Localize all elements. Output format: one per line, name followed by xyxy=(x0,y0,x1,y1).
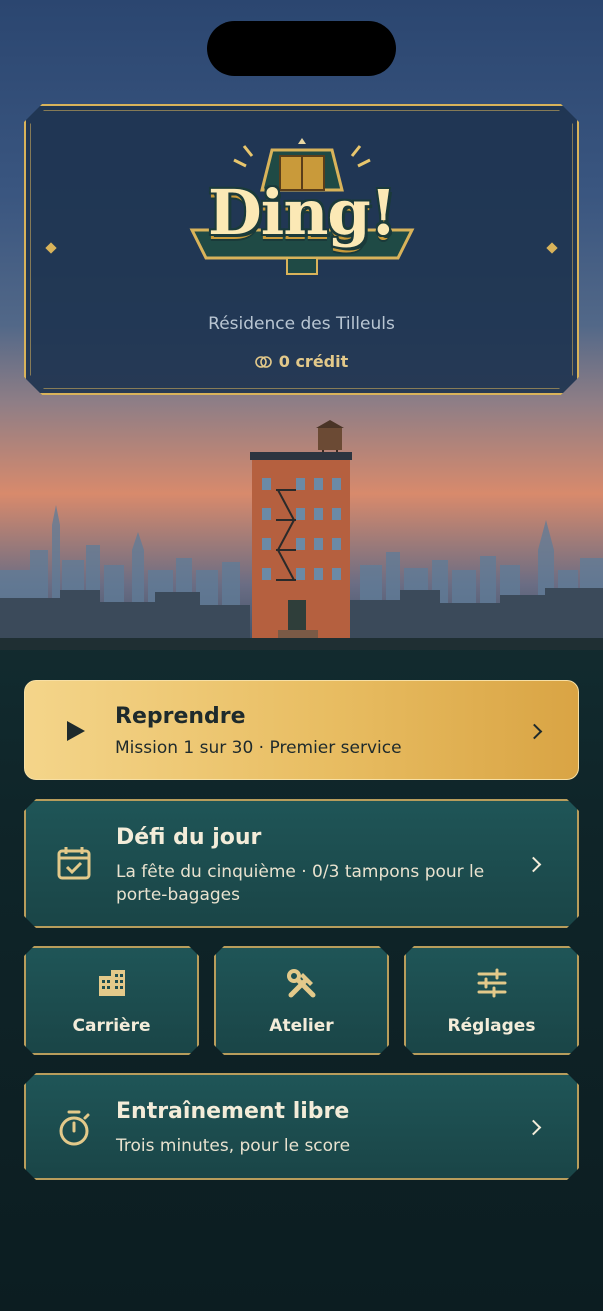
calendar-check-icon xyxy=(56,845,92,881)
credit-balance: 0 crédit xyxy=(24,352,579,371)
coin-icon xyxy=(254,356,272,368)
workshop-tile[interactable]: Atelier xyxy=(214,946,389,1055)
resume-button[interactable]: Reprendre Mission 1 sur 30 · Premier ser… xyxy=(24,680,579,780)
settings-label: Réglages xyxy=(447,1016,536,1036)
settings-tile[interactable]: Réglages xyxy=(404,946,579,1055)
play-icon xyxy=(67,721,85,741)
chevron-right-icon xyxy=(526,723,543,740)
city-skyline-illustration xyxy=(0,420,603,650)
resume-title: Reprendre xyxy=(115,704,246,729)
career-label: Carrière xyxy=(72,1016,151,1036)
free-training-button[interactable]: Entraînement libre Trois minutes, pour l… xyxy=(24,1073,579,1180)
chevron-right-icon xyxy=(526,1120,542,1136)
residence-name: Résidence des Tilleuls xyxy=(208,314,395,334)
workshop-label: Atelier xyxy=(269,1016,334,1036)
free-training-title: Entraînement libre xyxy=(116,1099,350,1124)
ding-logo: Ding! xyxy=(172,130,432,280)
daily-challenge-subtitle: La fête du cinquième · 0/3 tampons pour … xyxy=(116,862,485,905)
stopwatch-icon xyxy=(56,1109,92,1147)
building-icon xyxy=(97,968,127,998)
resume-subtitle: Mission 1 sur 30 · Premier service xyxy=(115,738,402,758)
credit-label: 0 crédit xyxy=(278,352,349,371)
chevron-right-icon xyxy=(526,857,542,873)
sliders-icon xyxy=(477,968,507,998)
career-tile[interactable]: Carrière xyxy=(24,946,199,1055)
tools-icon xyxy=(286,968,318,1000)
daily-challenge-title: Défi du jour xyxy=(116,825,262,850)
logo-wordmark: Ding! xyxy=(208,176,397,249)
dynamic-island xyxy=(207,21,396,76)
free-training-subtitle: Trois minutes, pour le score xyxy=(116,1136,351,1156)
daily-challenge-button[interactable]: Défi du jour La fête du cinquième · 0/3 … xyxy=(24,799,579,928)
